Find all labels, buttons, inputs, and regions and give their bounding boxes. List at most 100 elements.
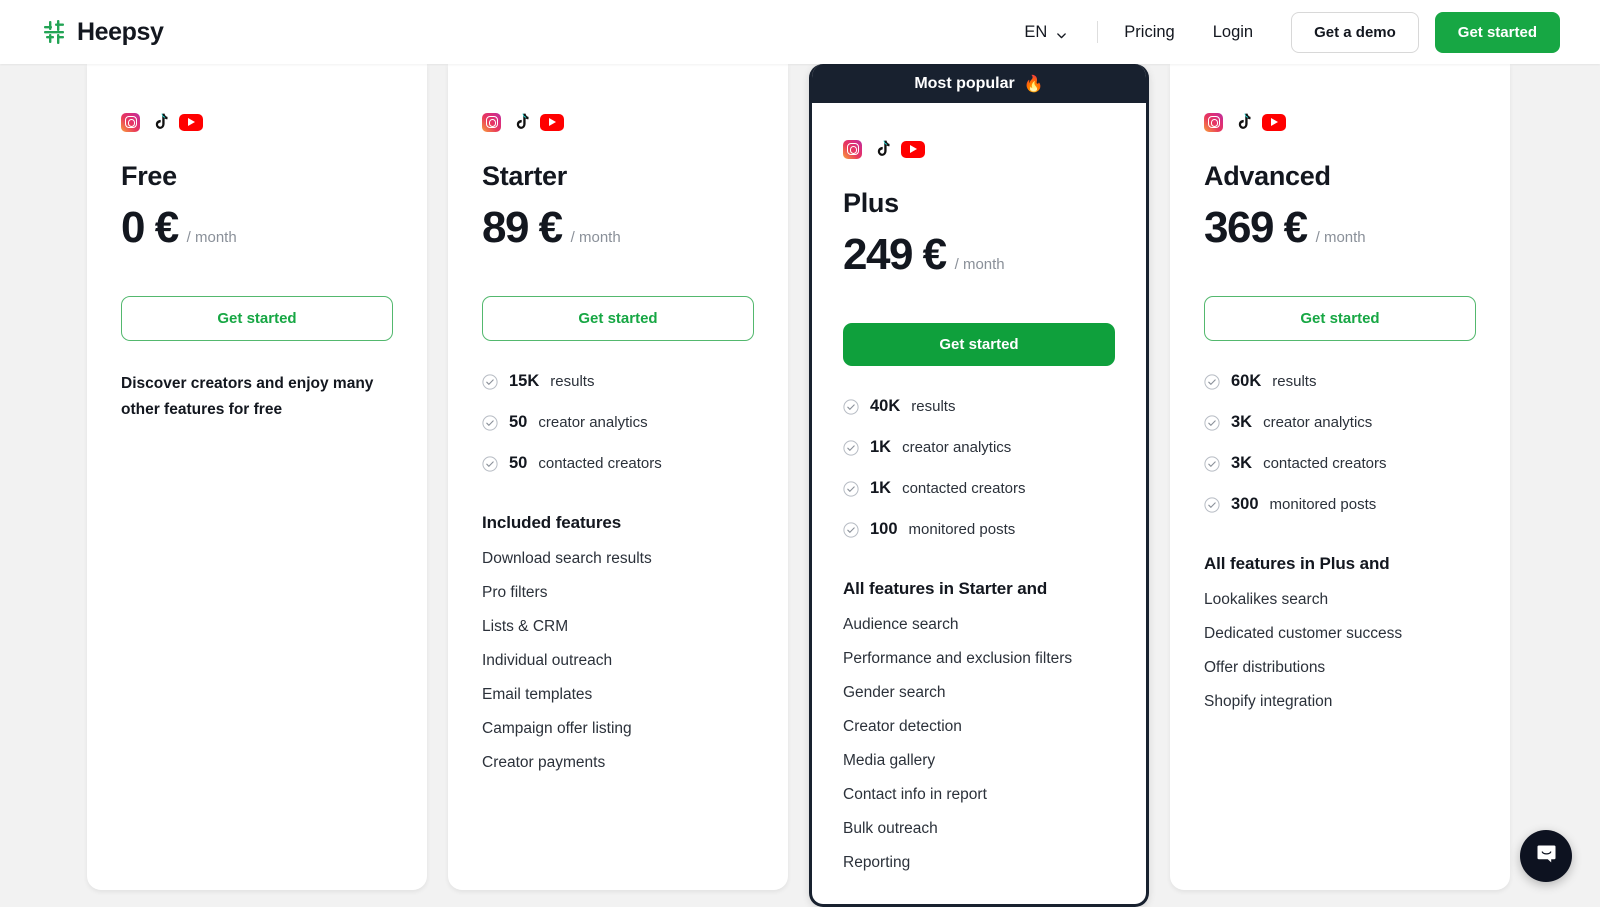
check-circle-icon <box>482 455 498 472</box>
get-started-button-free[interactable]: Get started <box>121 296 393 341</box>
get-a-demo-button[interactable]: Get a demo <box>1291 11 1419 53</box>
features-title: All features in Starter and <box>843 579 1048 598</box>
youtube-icon <box>901 140 925 158</box>
pricing-card-plus: Most popular 🔥 Plus 249 € / month Get st… <box>809 64 1149 907</box>
plan-blurb: Discover creators and enjoy many other f… <box>121 375 374 418</box>
quota-value: 1K <box>870 438 892 456</box>
quota-value: 15K <box>509 372 540 390</box>
plan-name: Advanced <box>1204 161 1331 191</box>
plan-price-row: 369 € / month <box>1204 206 1476 250</box>
language-selector[interactable]: EN <box>1024 23 1067 42</box>
quota-value: 40K <box>870 397 901 415</box>
feature-item: Download search results <box>482 550 652 567</box>
nav-link-pricing[interactable]: Pricing <box>1124 23 1174 42</box>
check-circle-icon <box>843 480 859 497</box>
feature-item: Gender search <box>843 684 946 701</box>
quota-value: 100 <box>870 520 898 538</box>
pricing-card-starter: Starter 89 € / month Get started 15K res… <box>448 64 788 890</box>
check-circle-icon <box>1204 373 1220 390</box>
quota-label: results <box>550 373 595 390</box>
quota-list: 15K results 50 creator analytics 50 cont… <box>482 372 754 473</box>
features-title: Included features <box>482 513 622 532</box>
quota-item: 1K creator analytics <box>843 438 1115 457</box>
feature-item: Lookalikes search <box>1204 591 1329 608</box>
plan-name: Plus <box>843 188 899 218</box>
get-started-button-starter[interactable]: Get started <box>482 296 754 341</box>
plan-price-row: 0 € / month <box>121 206 393 250</box>
quota-label: monitored posts <box>908 521 1016 538</box>
tiktok-icon <box>1234 113 1251 132</box>
quota-item: 1K contacted creators <box>843 479 1115 498</box>
price-period: / month <box>1315 229 1366 246</box>
instagram-icon <box>482 112 501 132</box>
social-icons <box>121 112 393 132</box>
youtube-icon <box>540 113 564 131</box>
quota-label: results <box>911 398 956 415</box>
get-started-button-advanced[interactable]: Get started <box>1204 296 1476 341</box>
features-title: All features in Plus and <box>1204 554 1390 573</box>
quota-item: 50 creator analytics <box>482 413 754 432</box>
quota-label: creator analytics <box>902 439 1012 456</box>
nav-divider <box>1097 21 1099 43</box>
instagram-icon <box>1204 112 1223 132</box>
price-period: / month <box>954 256 1005 273</box>
price-period: / month <box>570 229 621 246</box>
check-circle-icon <box>843 439 859 456</box>
feature-item: Bulk outreach <box>843 820 938 837</box>
feature-item: Creator payments <box>482 754 606 771</box>
social-icons <box>482 112 754 132</box>
quota-item: 40K results <box>843 397 1115 416</box>
brand-name: Heepsy <box>77 17 164 46</box>
language-label: EN <box>1024 22 1048 41</box>
most-popular-label: Most popular <box>914 74 1015 92</box>
feature-item: Audience search <box>843 616 959 633</box>
quota-item: 3K contacted creators <box>1204 454 1476 473</box>
plan-price: 249 € <box>843 230 947 279</box>
plan-price: 89 € <box>482 203 563 252</box>
intercom-chat-icon <box>1535 842 1558 870</box>
feature-item: Pro filters <box>482 584 548 601</box>
main-nav: EN Pricing Login Get a demo Get started <box>1024 11 1560 53</box>
check-circle-icon <box>1204 496 1220 513</box>
instagram-icon <box>121 112 140 132</box>
quota-value: 50 <box>509 413 528 431</box>
nav-link-login[interactable]: Login <box>1213 23 1253 42</box>
feature-item: Shopify integration <box>1204 693 1333 710</box>
plan-price: 369 € <box>1204 203 1308 252</box>
feature-item: Media gallery <box>843 752 936 769</box>
pricing-cards: Free 0 € / month Get started Discover cr… <box>0 64 1600 907</box>
plan-price-row: 89 € / month <box>482 206 754 250</box>
quota-value: 3K <box>1231 454 1253 472</box>
quota-item: 300 monitored posts <box>1204 495 1476 514</box>
tiktok-icon <box>512 113 529 132</box>
youtube-icon <box>179 113 203 131</box>
feature-item: Dedicated customer success <box>1204 625 1403 642</box>
get-started-button-plus[interactable]: Get started <box>843 323 1115 366</box>
feature-item: Offer distributions <box>1204 659 1326 676</box>
feature-item: Contact info in report <box>843 786 987 803</box>
quota-label: results <box>1272 373 1317 390</box>
feature-item: Email templates <box>482 686 593 703</box>
plan-price: 0 € <box>121 203 179 252</box>
feature-item: Lists & CRM <box>482 618 569 635</box>
pricing-card-free: Free 0 € / month Get started Discover cr… <box>87 64 427 890</box>
site-header: Heepsy EN Pricing Login Get a demo Get s… <box>0 0 1600 64</box>
quota-item: 50 contacted creators <box>482 454 754 473</box>
check-circle-icon <box>843 398 859 415</box>
plan-price-row: 249 € / month <box>843 233 1115 277</box>
quota-value: 300 <box>1231 495 1259 513</box>
quota-value: 60K <box>1231 372 1262 390</box>
plan-name: Free <box>121 161 177 191</box>
check-circle-icon <box>1204 414 1220 431</box>
youtube-icon <box>1262 113 1286 131</box>
quota-value: 50 <box>509 454 528 472</box>
quota-item: 100 monitored posts <box>843 520 1115 539</box>
feature-item: Reporting <box>843 854 911 871</box>
feature-item: Campaign offer listing <box>482 720 632 737</box>
intercom-chat-button[interactable] <box>1520 830 1572 882</box>
pricing-card-advanced: Advanced 369 € / month Get started 60K r… <box>1170 64 1510 890</box>
brand-logo[interactable]: Heepsy <box>42 18 164 47</box>
get-started-nav-button[interactable]: Get started <box>1434 11 1560 53</box>
quota-label: contacted creators <box>1263 455 1387 472</box>
price-period: / month <box>186 229 237 246</box>
